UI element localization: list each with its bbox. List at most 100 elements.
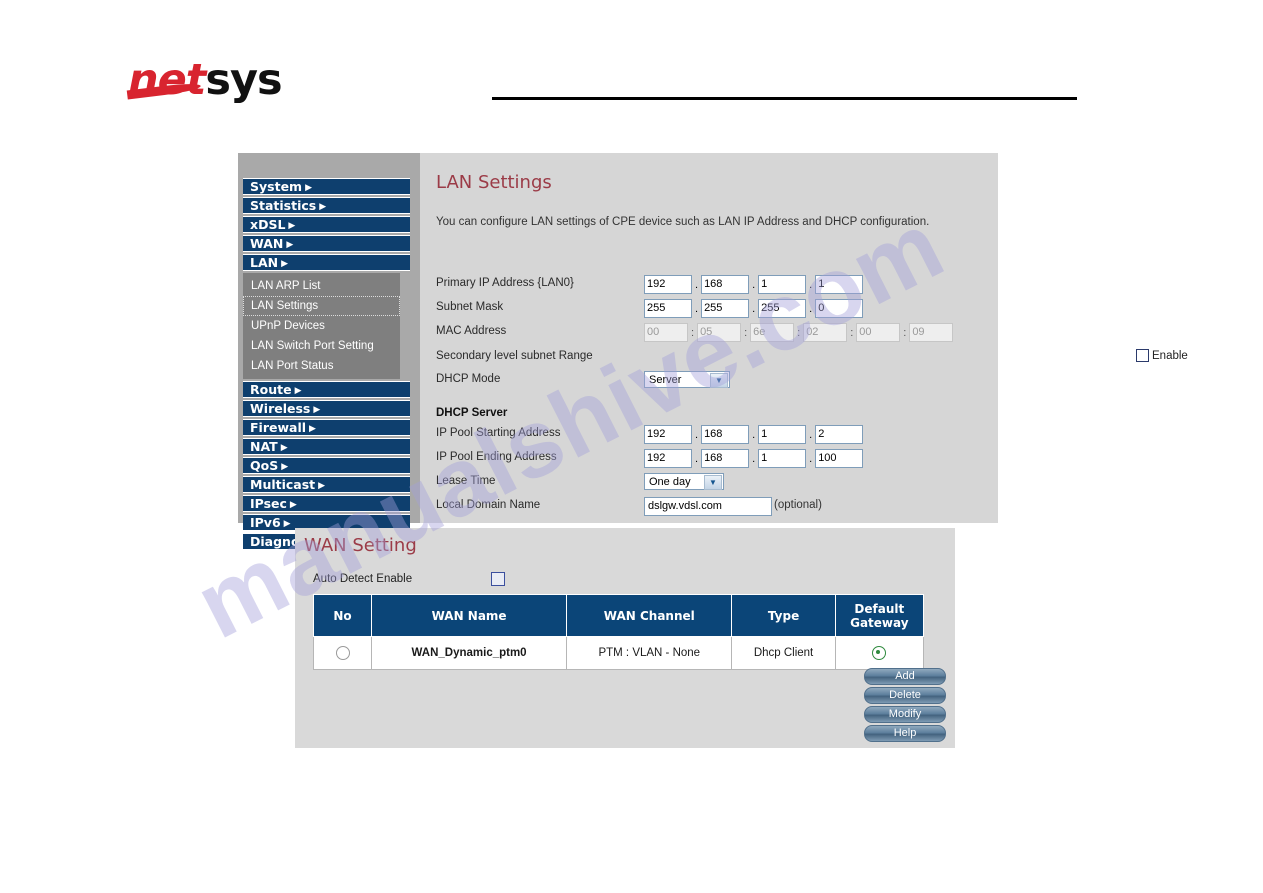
submenu-item-upnp-devices[interactable]: UPnP Devices	[243, 316, 400, 336]
secondary-subnet-enable-label: Enable	[1152, 349, 1188, 362]
nav-item-ipsec[interactable]: IPsec ▶	[243, 495, 410, 512]
nav-item-route[interactable]: Route ▶	[243, 381, 410, 398]
chevron-right-icon: ▶	[289, 500, 297, 510]
wan-row-radio[interactable]	[335, 646, 350, 660]
submenu-item-lan-switch-port-setting[interactable]: LAN Switch Port Setting	[243, 336, 400, 356]
lan-settings-panel: System ▶ Statistics ▶ xDSL ▶ WAN ▶ LAN ▶ LAN …	[238, 153, 1188, 550]
auto-detect-row: Auto Detect Enable	[313, 572, 813, 590]
secondary-subnet-enable-checkbox[interactable]	[1136, 349, 1149, 362]
chevron-right-icon: ▶	[281, 259, 289, 269]
ip-separator: .	[695, 278, 699, 291]
primary-ip-octet-2[interactable]: 168	[701, 275, 750, 294]
wan-row-default-gateway-cell[interactable]	[834, 636, 925, 670]
wan-row-default-gateway-radio[interactable]	[872, 646, 887, 660]
modify-button[interactable]: Modify	[864, 706, 946, 723]
ip-separator: .	[752, 302, 756, 315]
label-lease-time: Lease Time	[436, 475, 496, 487]
nav-label-nat: NAT	[250, 439, 278, 454]
nav-item-wan[interactable]: WAN ▶	[243, 235, 410, 252]
wan-header-type: Type	[731, 594, 836, 637]
header-divider-rule	[492, 97, 1077, 100]
subnet-mask-octet-3[interactable]: 255	[758, 299, 807, 318]
secondary-subnet-enable-wrap[interactable]: Enable	[1136, 349, 1188, 362]
submenu-item-lan-port-status[interactable]: LAN Port Status	[243, 356, 400, 376]
primary-ip-octet-4[interactable]: 1	[815, 275, 864, 294]
auto-detect-checkbox[interactable]	[491, 572, 505, 586]
pool-end-octet-1[interactable]: 192	[644, 449, 692, 468]
label-ip-pool-ending-address: IP Pool Ending Address	[436, 451, 557, 463]
delete-button[interactable]: Delete	[864, 687, 946, 704]
nav-label-xdsl: xDSL	[250, 217, 286, 232]
form-row-ip-pool-end: IP Pool Ending Address 192 . 168 . 1 . 1…	[436, 449, 996, 471]
nav-item-lan[interactable]: LAN ▶	[243, 254, 410, 271]
subnet-mask-octet-1[interactable]: 255	[644, 299, 692, 318]
wan-header-wan-name: WAN Name	[371, 594, 568, 637]
pool-start-octet-1[interactable]: 192	[644, 425, 692, 444]
mac-separator: :	[850, 326, 854, 339]
submenu-item-lan-arp-list[interactable]: LAN ARP List	[243, 276, 400, 296]
pool-start-octet-4[interactable]: 2	[815, 425, 864, 444]
pool-end-octet-3[interactable]: 1	[758, 449, 807, 468]
pool-end-octet-4[interactable]: 100	[815, 449, 864, 468]
add-button[interactable]: Add	[864, 668, 946, 685]
help-button[interactable]: Help	[864, 725, 946, 742]
mac-address-octet-group: 00 : 05 : 6e : 02 : 00 : 09	[644, 323, 954, 342]
chevron-down-icon[interactable]: ▼	[704, 475, 722, 490]
nav-label-system: System	[250, 179, 303, 194]
mac-separator: :	[691, 326, 695, 339]
nav-item-system[interactable]: System ▶	[243, 178, 410, 195]
pool-start-octet-group: 192 . 168 . 1 . 2	[644, 425, 864, 444]
wan-row-select-cell[interactable]	[312, 636, 373, 670]
primary-ip-octet-1[interactable]: 192	[644, 275, 692, 294]
subnet-mask-octet-group: 255 . 255 . 255 . 0	[644, 299, 864, 318]
nav-item-qos[interactable]: QoS ▶	[243, 457, 410, 474]
subnet-mask-octet-4[interactable]: 0	[815, 299, 864, 318]
subnet-mask-octet-2[interactable]: 255	[701, 299, 750, 318]
wan-table-body: WAN_Dynamic_ptm0 PTM : VLAN - None Dhcp …	[312, 636, 925, 670]
page-header: netsys	[0, 0, 1263, 140]
form-row-lease-time: Lease Time One day ▼	[436, 473, 996, 495]
primary-ip-octet-group: 192 . 168 . 1 . 1	[644, 275, 864, 294]
chevron-right-icon: ▶	[280, 443, 288, 453]
nav-label-statistics: Statistics	[250, 198, 317, 213]
wan-header-default-gateway: Default Gateway	[834, 594, 925, 637]
chevron-down-icon[interactable]: ▼	[710, 373, 728, 388]
navigation-menu: System ▶ Statistics ▶ xDSL ▶ WAN ▶ LAN ▶ LAN …	[243, 178, 410, 552]
label-subnet-mask: Subnet Mask	[436, 301, 504, 313]
nav-label-firewall: Firewall	[250, 420, 307, 435]
nav-item-statistics[interactable]: Statistics ▶	[243, 197, 410, 214]
pool-end-octet-2[interactable]: 168	[701, 449, 750, 468]
dhcp-mode-select[interactable]: Server ▼	[644, 371, 730, 388]
chevron-right-icon: ▶	[309, 424, 316, 434]
table-row[interactable]: WAN_Dynamic_ptm0 PTM : VLAN - None Dhcp …	[312, 636, 925, 670]
nav-item-wireless[interactable]: Wireless ▶	[243, 400, 410, 417]
mac-octet-5: 00	[856, 323, 901, 342]
pool-start-octet-3[interactable]: 1	[758, 425, 807, 444]
wan-table-head: No WAN Name WAN Channel Type Default Gat…	[312, 594, 925, 637]
chevron-right-icon: ▶	[283, 519, 291, 529]
nav-item-xdsl[interactable]: xDSL ▶	[243, 216, 410, 233]
logo-sys-text: sys	[205, 55, 282, 105]
local-domain-name-input[interactable]: dslgw.vdsl.com	[644, 497, 772, 516]
form-row-local-domain-name: Local Domain Name dslgw.vdsl.com (option…	[436, 497, 996, 519]
ip-separator: .	[695, 302, 699, 315]
ip-separator: .	[809, 278, 813, 291]
nav-item-firewall[interactable]: Firewall ▶	[243, 419, 410, 436]
label-ip-pool-starting-address: IP Pool Starting Address	[436, 427, 561, 439]
nav-label-route: Route	[250, 382, 292, 397]
nav-item-multicast[interactable]: Multicast ▶	[243, 476, 410, 493]
primary-ip-octet-3[interactable]: 1	[758, 275, 807, 294]
pool-start-octet-2[interactable]: 168	[701, 425, 750, 444]
lan-settings-content: LAN Settings You can configure LAN setti…	[420, 153, 1188, 523]
pool-end-octet-group: 192 . 168 . 1 . 100	[644, 449, 864, 468]
lease-time-select[interactable]: One day ▼	[644, 473, 724, 490]
nav-label-qos: QoS	[250, 458, 279, 473]
heading-dhcp-server: DHCP Server	[436, 407, 508, 419]
mac-octet-4: 02	[803, 323, 848, 342]
form-row-dhcp-server-heading: DHCP Server	[436, 405, 996, 427]
submenu-item-lan-settings[interactable]: LAN Settings	[243, 296, 400, 316]
nav-item-nat[interactable]: NAT ▶	[243, 438, 410, 455]
chevron-right-icon: ▶	[294, 386, 302, 396]
label-mac-address: MAC Address	[436, 325, 507, 337]
wan-row-channel: PTM : VLAN - None	[566, 636, 733, 670]
